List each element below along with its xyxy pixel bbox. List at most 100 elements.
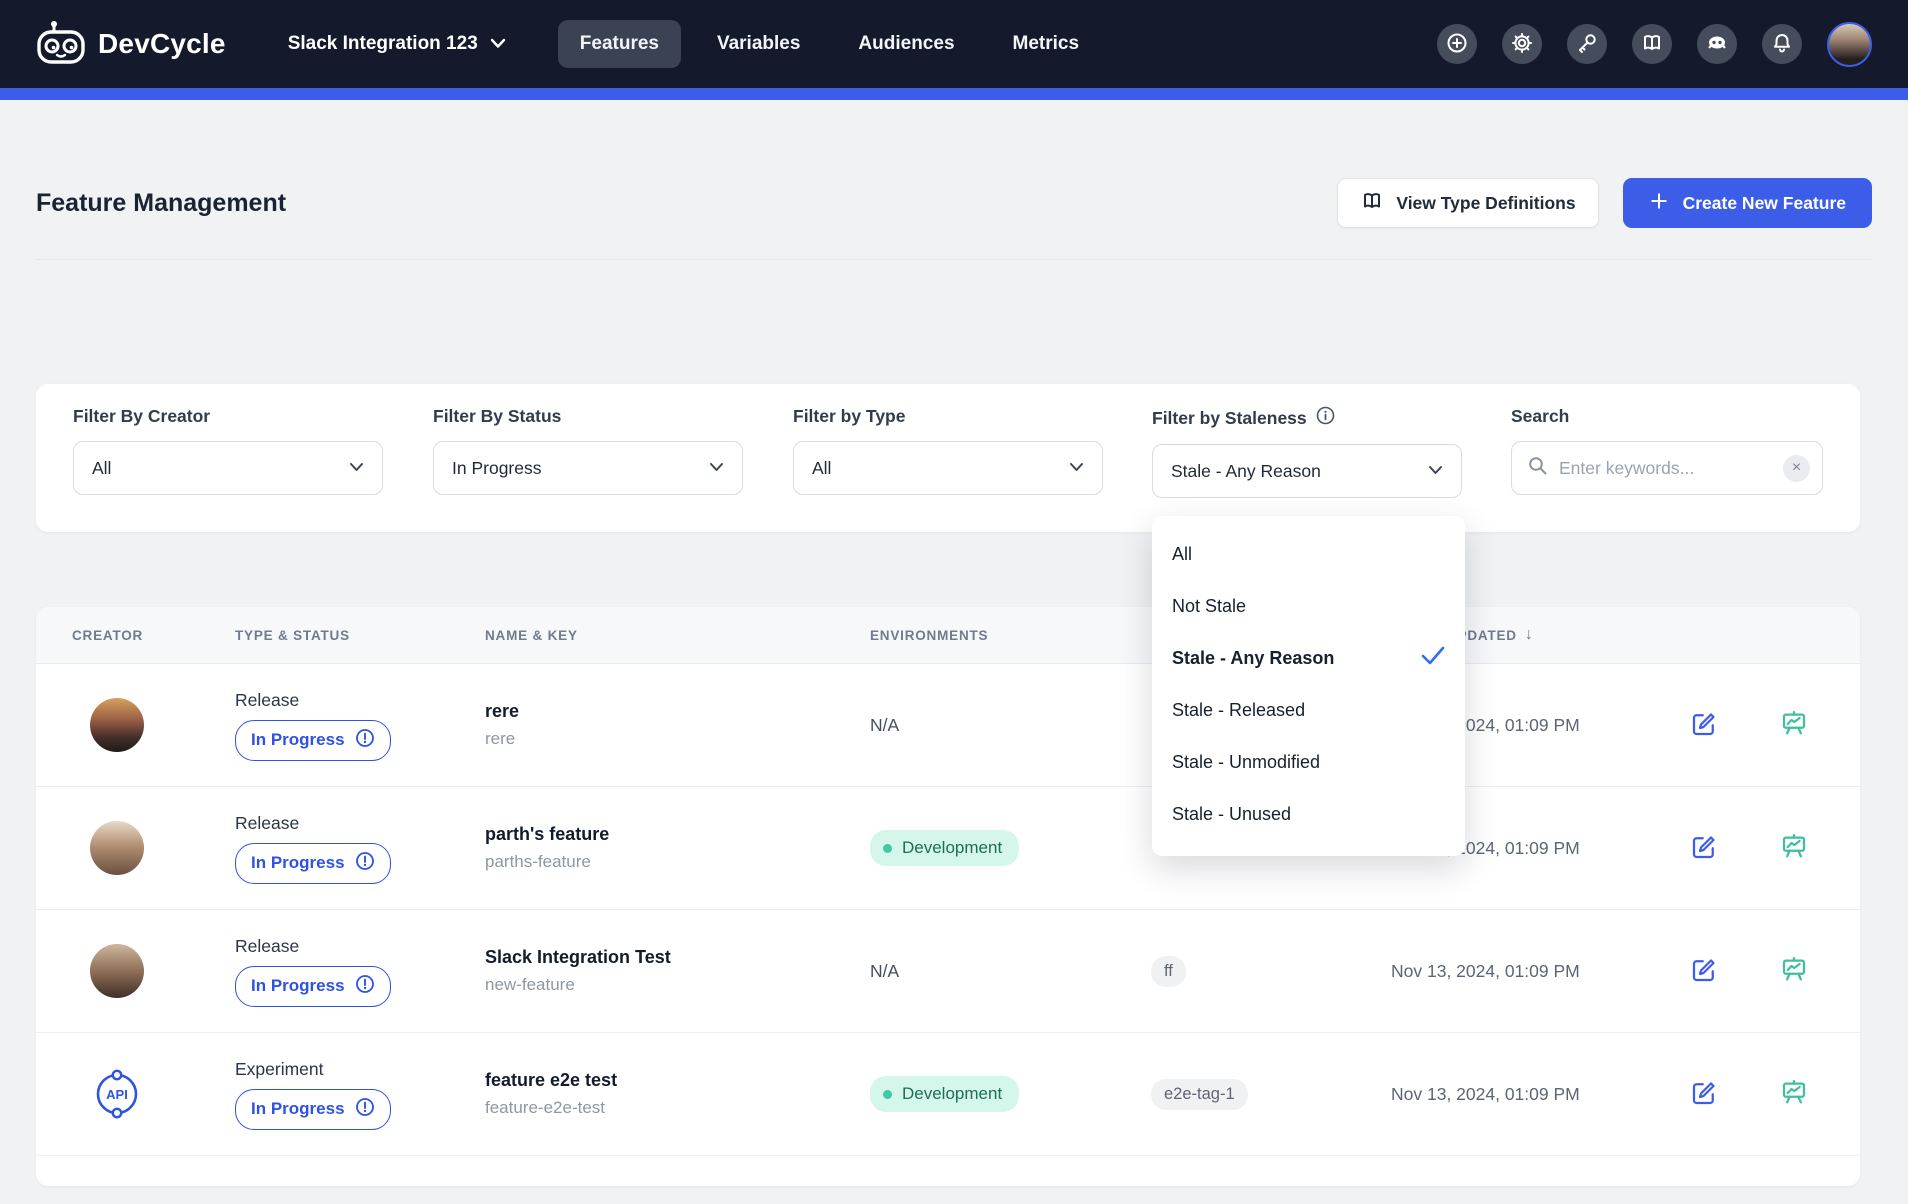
clear-search-button[interactable]: ×: [1783, 455, 1810, 482]
environment-badge: Development: [870, 830, 1019, 866]
env-dot-icon: [883, 844, 892, 853]
chevron-down-icon: [490, 33, 506, 55]
edit-pencil-icon: [1689, 1078, 1719, 1111]
exclamation-circle-icon: [355, 974, 375, 999]
book-icon: [1640, 31, 1664, 58]
exclamation-circle-icon: [355, 851, 375, 876]
feature-metrics-button[interactable]: [1779, 709, 1809, 742]
view-type-definitions-button[interactable]: View Type Definitions: [1337, 178, 1598, 228]
feature-metrics-button[interactable]: [1779, 832, 1809, 865]
tab-audiences[interactable]: Audiences: [836, 20, 976, 68]
creator-avatar[interactable]: [90, 698, 144, 752]
devcycle-brand[interactable]: DevCycle: [36, 19, 226, 70]
notifications-button[interactable]: [1762, 24, 1802, 64]
check-icon: [1421, 646, 1445, 671]
menu-item-all[interactable]: All: [1152, 528, 1465, 580]
filter-creator-label: Filter By Creator: [73, 406, 383, 427]
environments-value: N/A: [870, 961, 899, 981]
tab-variables[interactable]: Variables: [695, 20, 822, 68]
feature-management-page: DevCycle Slack Integration 123 Features …: [0, 0, 1908, 1204]
feature-name[interactable]: feature e2e test: [485, 1070, 870, 1091]
filter-type-select[interactable]: All: [793, 441, 1103, 495]
docs-button[interactable]: [1632, 24, 1672, 64]
edit-pencil-icon: [1689, 955, 1719, 988]
filter-creator-select[interactable]: All: [73, 441, 383, 495]
gear-icon: [1510, 31, 1534, 58]
filter-staleness-value: Stale - Any Reason: [1171, 461, 1321, 482]
feature-metrics-button[interactable]: [1779, 1078, 1809, 1111]
features-table: CREATOR TYPE & STATUS NAME & KEY ENVIRON…: [36, 607, 1860, 1186]
menu-item-stale-released[interactable]: Stale - Released: [1152, 684, 1465, 736]
chevron-down-icon: [1069, 459, 1084, 477]
presentation-chart-icon: [1779, 709, 1809, 742]
environments-value: N/A: [870, 715, 899, 735]
feature-name[interactable]: rere: [485, 701, 870, 722]
col-environments: ENVIRONMENTS: [870, 628, 1151, 643]
bell-icon: [1770, 31, 1794, 58]
edit-pencil-icon: [1689, 709, 1719, 742]
create-new-feature-button[interactable]: Create New Feature: [1623, 178, 1872, 228]
devcycle-robot-logo-icon: [36, 19, 86, 70]
feature-name[interactable]: Slack Integration Test: [485, 947, 870, 968]
search-icon: [1526, 454, 1549, 482]
accent-bar: [0, 88, 1908, 100]
project-selector[interactable]: Slack Integration 123: [288, 33, 506, 55]
table-row: Release In Progress rere rere N/A Nov 13…: [36, 664, 1860, 787]
updated-timestamp: Nov 13, 2024, 01:09 PM: [1391, 961, 1671, 982]
discord-button[interactable]: [1697, 24, 1737, 64]
filter-bar: Filter By Creator All Filter By Status I…: [36, 384, 1860, 532]
api-keys-button[interactable]: [1567, 24, 1607, 64]
menu-item-not-stale[interactable]: Not Stale: [1152, 580, 1465, 632]
status-badge[interactable]: In Progress: [235, 843, 391, 884]
create-new-feature-label: Create New Feature: [1683, 193, 1846, 214]
feature-name[interactable]: parth's feature: [485, 824, 870, 845]
table-header-row: CREATOR TYPE & STATUS NAME & KEY ENVIRON…: [36, 607, 1860, 664]
plus-circle-icon: [1445, 31, 1469, 58]
settings-button[interactable]: [1502, 24, 1542, 64]
col-type-status: TYPE & STATUS: [235, 628, 485, 643]
filter-type-label: Filter by Type: [793, 406, 1103, 427]
menu-item-stale-any-reason[interactable]: Stale - Any Reason: [1152, 632, 1465, 684]
filter-staleness-select[interactable]: Stale - Any Reason: [1152, 444, 1462, 498]
menu-item-stale-unused[interactable]: Stale - Unused: [1152, 788, 1465, 840]
sort-desc-icon: ↓: [1525, 626, 1534, 644]
view-type-definitions-label: View Type Definitions: [1396, 193, 1575, 214]
edit-feature-button[interactable]: [1689, 709, 1719, 742]
exclamation-circle-icon: [355, 728, 375, 753]
svg-text:API: API: [106, 1087, 128, 1102]
status-badge[interactable]: In Progress: [235, 720, 391, 761]
presentation-chart-icon: [1779, 832, 1809, 865]
tag-badge: ff: [1151, 956, 1186, 987]
search-input[interactable]: [1559, 458, 1773, 479]
feature-type: Release: [235, 690, 485, 711]
brand-name: DevCycle: [98, 28, 226, 60]
status-badge[interactable]: In Progress: [235, 1089, 391, 1130]
menu-item-stale-unmodified[interactable]: Stale - Unmodified: [1152, 736, 1465, 788]
filter-creator-value: All: [92, 458, 111, 479]
user-avatar[interactable]: [1827, 22, 1872, 67]
edit-feature-button[interactable]: [1689, 955, 1719, 988]
staleness-dropdown-menu: All Not Stale Stale - Any Reason Stale -…: [1152, 516, 1465, 856]
tab-metrics[interactable]: Metrics: [991, 20, 1102, 68]
add-button[interactable]: [1437, 24, 1477, 64]
table-row: Release In Progress parth's feature part…: [36, 787, 1860, 910]
tab-features[interactable]: Features: [558, 20, 681, 68]
edit-feature-button[interactable]: [1689, 832, 1719, 865]
info-icon[interactable]: [1316, 406, 1335, 430]
table-row: Release In Progress Slack Integration Te…: [36, 910, 1860, 1033]
filter-status-select[interactable]: In Progress: [433, 441, 743, 495]
status-badge[interactable]: In Progress: [235, 966, 391, 1007]
updated-timestamp: Nov 13, 2024, 01:09 PM: [1391, 1084, 1671, 1105]
page-title: Feature Management: [36, 189, 286, 218]
feature-type: Release: [235, 813, 485, 834]
chevron-down-icon: [709, 459, 724, 477]
feature-key: new-feature: [485, 975, 870, 995]
plus-icon: [1649, 191, 1669, 216]
primary-tabs: Features Variables Audiences Metrics: [558, 20, 1101, 68]
creator-avatar[interactable]: [90, 944, 144, 998]
feature-metrics-button[interactable]: [1779, 955, 1809, 988]
creator-avatar[interactable]: [90, 821, 144, 875]
edit-feature-button[interactable]: [1689, 1078, 1719, 1111]
feature-type: Release: [235, 936, 485, 957]
api-creator-icon[interactable]: API: [89, 1066, 145, 1122]
